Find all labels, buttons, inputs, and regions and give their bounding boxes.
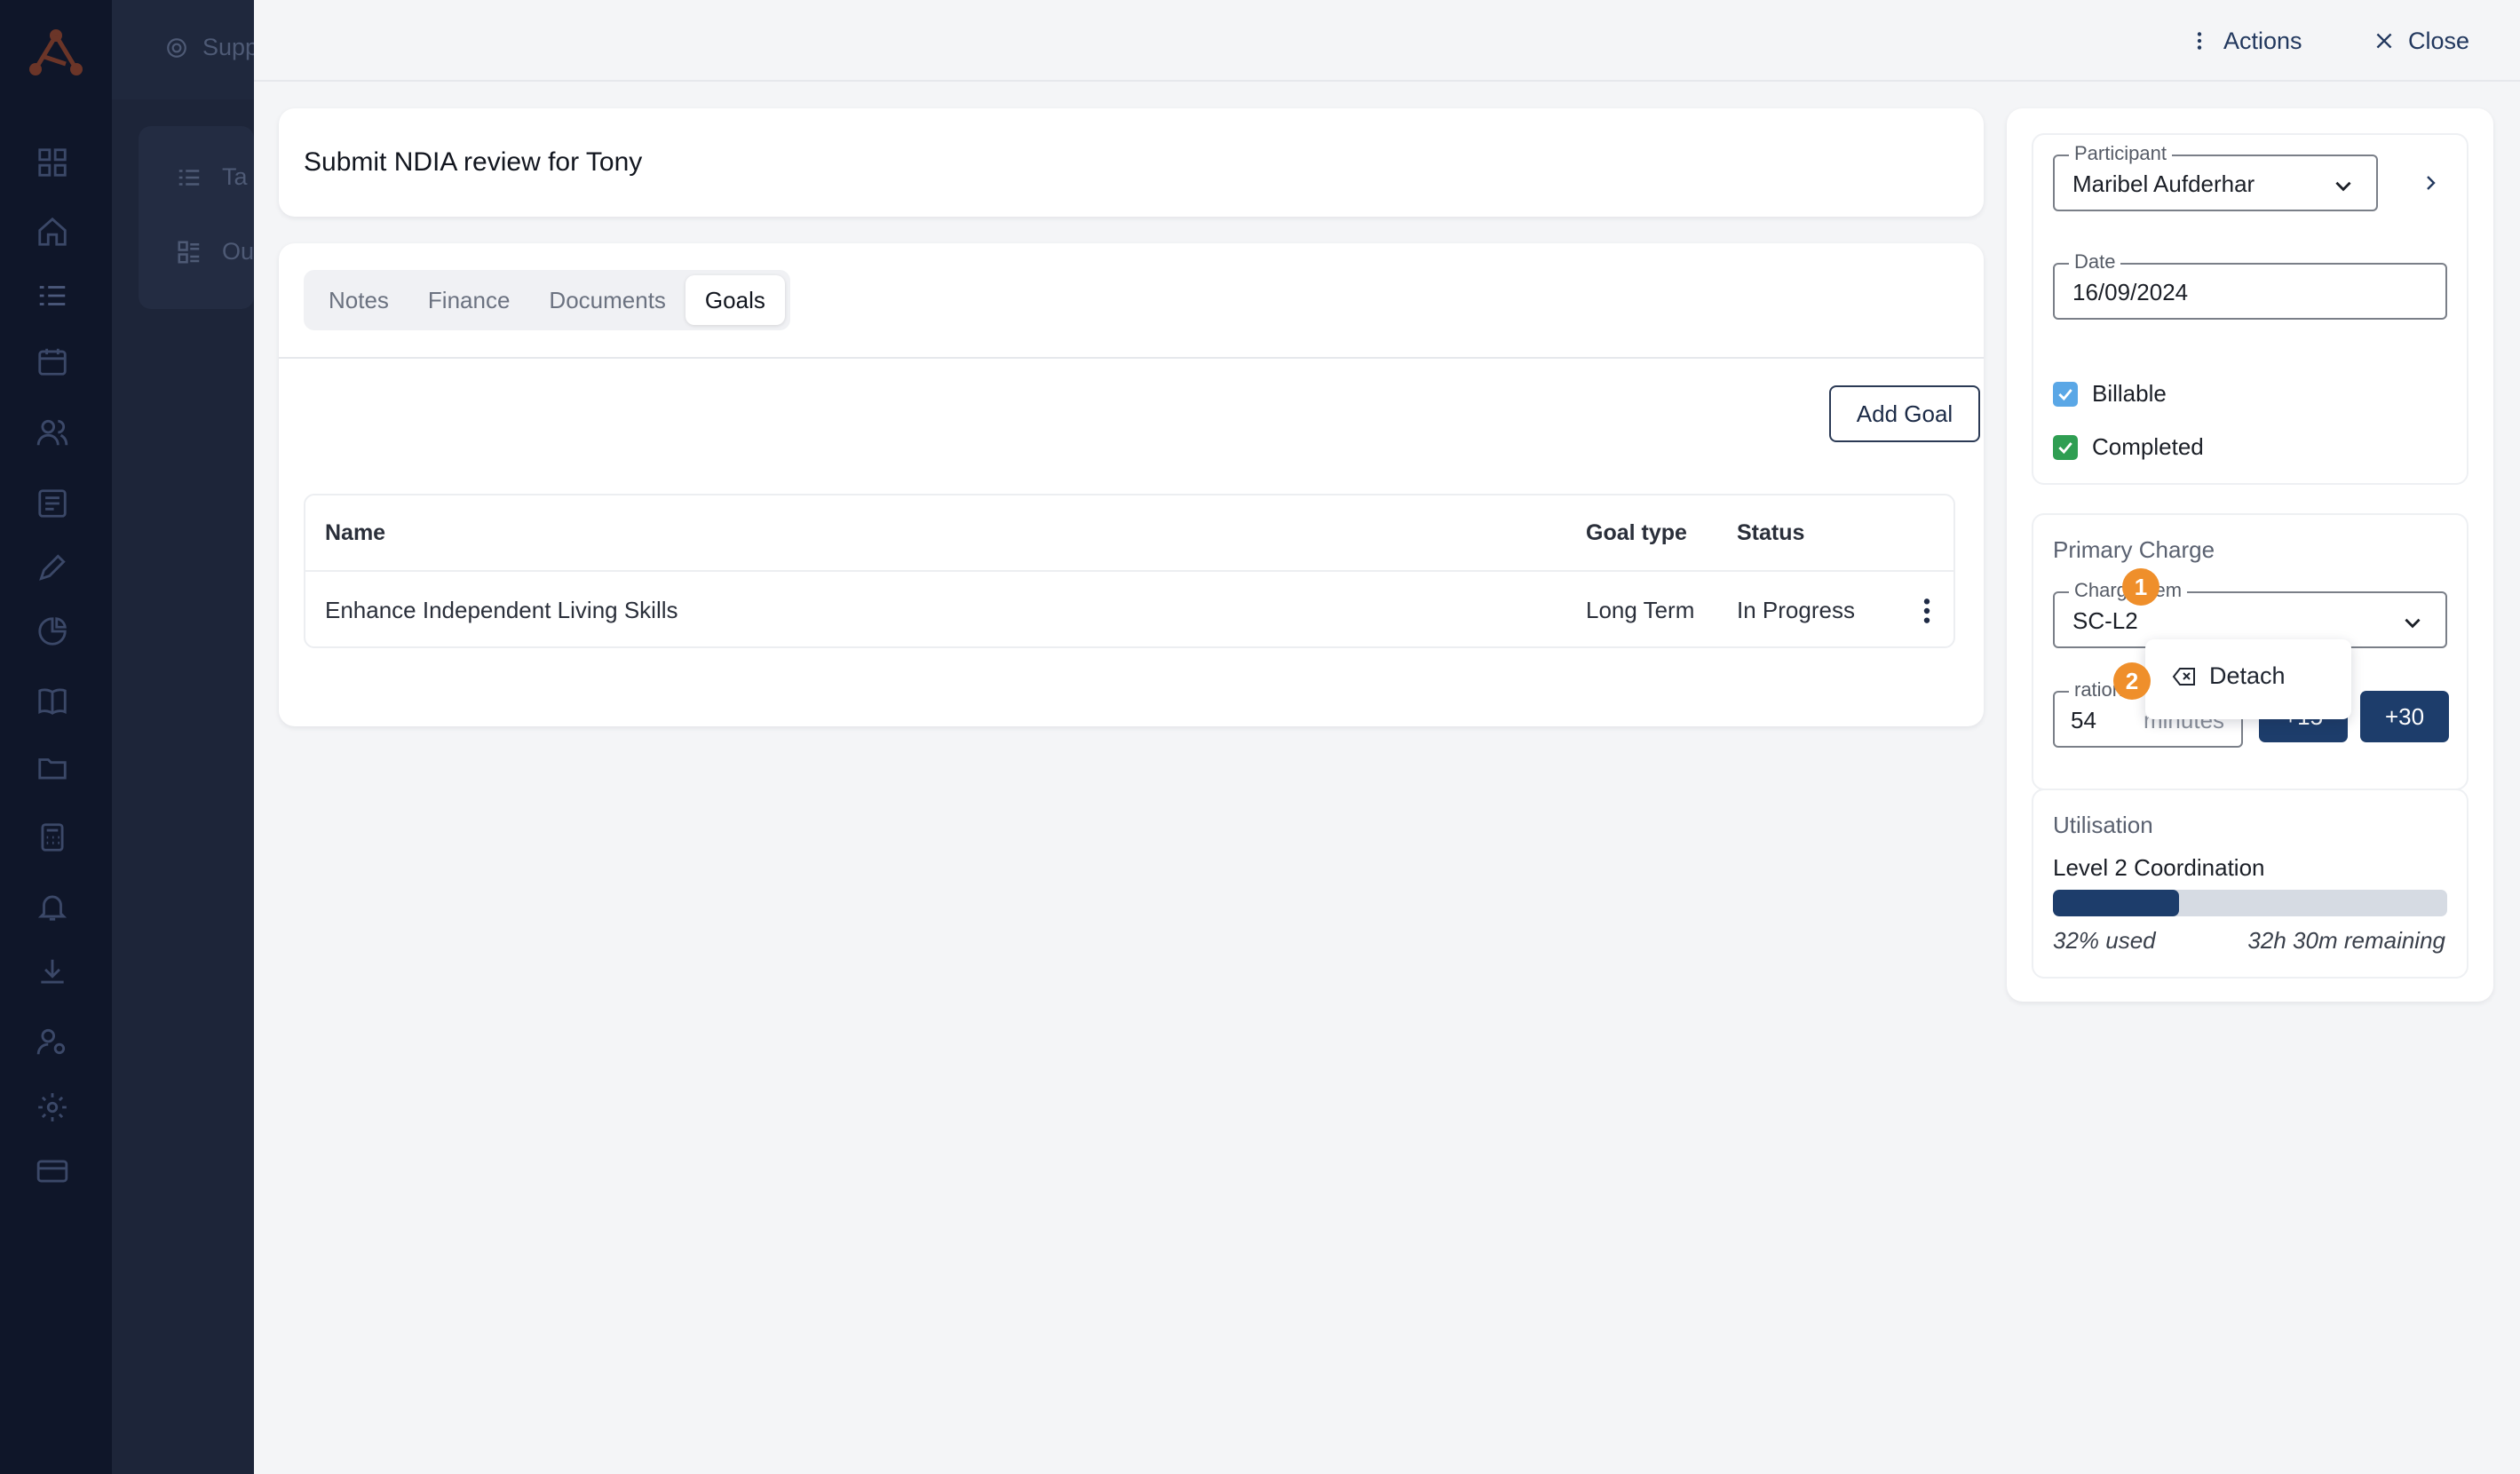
- bell-plus-icon[interactable]: [36, 890, 69, 923]
- background-menu-label: Ou: [222, 238, 255, 265]
- utilisation-section: Utilisation Level 2 Coordination 32% use…: [2032, 789, 2468, 979]
- pen-icon[interactable]: [36, 551, 69, 584]
- duration-value: 54: [2071, 707, 2096, 733]
- tasks-icon: [178, 169, 200, 186]
- step-badge-1: 1: [2122, 568, 2159, 606]
- download-icon[interactable]: [36, 955, 69, 989]
- background-topbar: Supp: [112, 0, 258, 99]
- column-header-name: Name: [325, 520, 386, 545]
- list-icon[interactable]: [36, 487, 69, 520]
- goals-table: Name Goal type Status Enhance Independen…: [304, 494, 1955, 648]
- tasks-icon[interactable]: [36, 279, 69, 313]
- detach-label: Detach: [2209, 662, 2286, 689]
- calendar-icon[interactable]: [36, 345, 69, 378]
- chevron-down-icon: [2335, 181, 2351, 192]
- billable-label: Billable: [2092, 380, 2167, 407]
- user-settings-icon[interactable]: [36, 1025, 69, 1058]
- column-header-goal-type: Goal type: [1586, 520, 1687, 545]
- grid-list-icon: [178, 241, 200, 263]
- participant-section: Participant Maribel Aufderhar Date 16/09…: [2032, 133, 2468, 485]
- credit-card-icon[interactable]: [36, 1154, 69, 1188]
- detach-icon: [2172, 667, 2195, 685]
- completed-checkbox[interactable]: Completed: [2053, 433, 2204, 461]
- participant-value: Maribel Aufderhar: [2072, 170, 2255, 197]
- goal-name: Enhance Independent Living Skills: [325, 597, 678, 623]
- task-title: Submit NDIA review for Tony: [304, 147, 643, 177]
- tab-bar: Notes Finance Documents Goals: [304, 270, 790, 330]
- participant-label: Participant: [2069, 143, 2172, 164]
- goal-type: Long Term: [1586, 597, 1695, 623]
- chevron-down-icon: [2405, 618, 2421, 629]
- date-field[interactable]: Date 16/09/2024: [2053, 251, 2447, 320]
- close-button[interactable]: Close: [2373, 25, 2469, 57]
- app-nav-rail: [0, 0, 112, 1474]
- participant-next-button[interactable]: [2415, 165, 2445, 201]
- utilisation-progress-fill: [2053, 890, 2180, 916]
- task-side-panel: Participant Maribel Aufderhar Date 16/09…: [2007, 108, 2493, 1002]
- utilisation-remaining: 32h 30m remaining: [2247, 927, 2445, 954]
- background-card: Ta Ou: [139, 126, 254, 309]
- goal-status: In Progress: [1737, 597, 1855, 623]
- background-menu-item: Ou: [174, 238, 254, 265]
- tab-documents[interactable]: Documents: [529, 275, 685, 325]
- tab-notes[interactable]: Notes: [309, 275, 408, 325]
- primary-charge-title: Primary Charge: [2053, 536, 2215, 563]
- column-header-status: Status: [1737, 520, 1805, 545]
- background-menu-label: Ta: [222, 163, 248, 190]
- checkbox-checked-icon: [2053, 434, 2078, 460]
- drawer-header: Actions Close: [254, 0, 2520, 82]
- pie-chart-icon[interactable]: [36, 614, 69, 648]
- row-action-menu: Detach: [2145, 639, 2351, 719]
- utilisation-item: Level 2 Coordination: [2053, 854, 2265, 881]
- dashboard-icon[interactable]: [36, 146, 69, 179]
- calculator-icon[interactable]: [36, 820, 69, 854]
- table-header: Name Goal type Status: [305, 495, 1953, 572]
- more-vertical-icon: [1923, 598, 1930, 623]
- folder-icon[interactable]: [36, 751, 69, 785]
- chevron-right-icon: [2427, 176, 2436, 190]
- add-goal-button[interactable]: Add Goal: [1829, 385, 1980, 442]
- task-title-card: Submit NDIA review for Tony: [279, 108, 1984, 217]
- task-detail-card: Notes Finance Documents Goals Add Goal N…: [279, 243, 1984, 726]
- close-icon: [2376, 33, 2392, 49]
- utilisation-progress-bar: [2053, 890, 2447, 916]
- completed-label: Completed: [2092, 433, 2204, 460]
- utilisation-title: Utilisation: [2053, 812, 2153, 838]
- tab-finance[interactable]: Finance: [408, 275, 530, 325]
- billable-checkbox[interactable]: Billable: [2053, 380, 2167, 408]
- background-menu-item: Ta: [174, 163, 248, 191]
- checkbox-checked-icon: [2053, 381, 2078, 407]
- more-vertical-icon: [2197, 32, 2202, 50]
- actions-button[interactable]: Actions: [2188, 25, 2302, 57]
- detach-menu-item[interactable]: Detach: [2172, 662, 2286, 690]
- task-drawer: Actions Close Submit NDIA review for Ton…: [254, 0, 2520, 1474]
- tab-goals[interactable]: Goals: [685, 275, 785, 325]
- close-label: Close: [2408, 27, 2470, 54]
- home-icon[interactable]: [36, 215, 69, 249]
- row-menu-button[interactable]: [1911, 593, 1943, 629]
- utilisation-used: 32% used: [2053, 927, 2156, 954]
- people-icon[interactable]: [36, 416, 69, 449]
- actions-label: Actions: [2223, 27, 2302, 54]
- add-30-minutes-button[interactable]: +30: [2360, 691, 2449, 742]
- background-crumb-label: Supp: [202, 34, 259, 60]
- background-breadcrumb: Supp: [165, 34, 258, 61]
- table-row[interactable]: Enhance Independent Living Skills Long T…: [305, 574, 1953, 648]
- support-icon: [167, 37, 186, 58]
- book-icon[interactable]: [36, 684, 69, 717]
- gear-icon[interactable]: [36, 1090, 69, 1124]
- tabs-divider: [279, 357, 1984, 359]
- date-value: 16/09/2024: [2072, 279, 2189, 305]
- participant-select[interactable]: Participant Maribel Aufderhar: [2053, 143, 2378, 211]
- app-logo-icon: [29, 29, 83, 75]
- charge-item-value: SC-L2: [2072, 607, 2138, 634]
- step-badge-2: 2: [2113, 662, 2151, 700]
- date-label: Date: [2069, 251, 2121, 273]
